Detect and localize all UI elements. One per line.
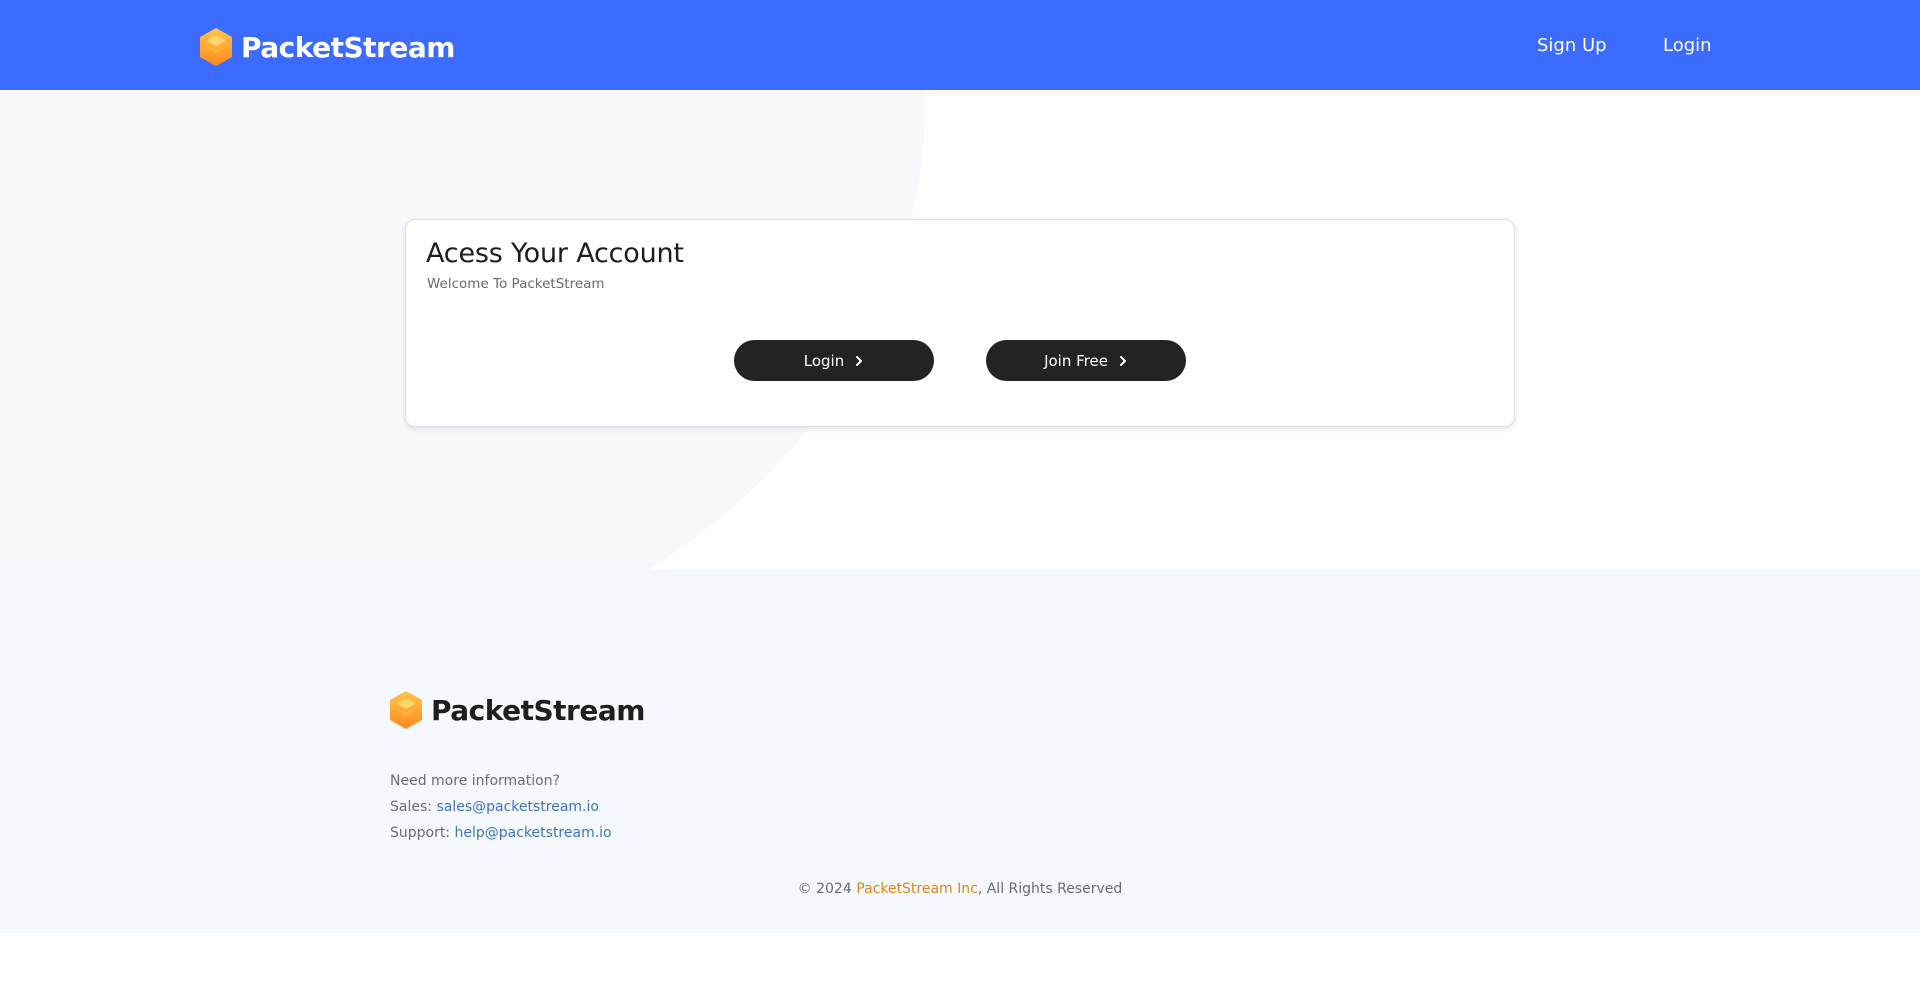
footer-brand: PacketStream: [389, 690, 645, 730]
join-button-label: Join Free: [1044, 351, 1108, 370]
login-button[interactable]: Login: [734, 340, 934, 381]
footer: PacketStream Need more information? Sale…: [0, 570, 1920, 933]
join-free-button[interactable]: Join Free: [986, 340, 1186, 381]
chevron-right-icon: [1119, 355, 1126, 366]
info-question: Need more information?: [390, 773, 560, 789]
copyright-prefix: © 2024: [797, 881, 852, 897]
account-access-card: Acess Your Account Welcome To PacketStre…: [405, 219, 1515, 427]
copyright-notice: © 2024 PacketStream Inc, All Rights Rese…: [0, 879, 1920, 899]
hexagon-cube-icon: [200, 28, 232, 66]
card-subtitle: Welcome To PacketStream: [427, 276, 605, 292]
support-email-link[interactable]: help@packetstream.io: [455, 825, 612, 841]
support-contact: Support: help@packetstream.io: [390, 823, 612, 843]
sales-contact: Sales: sales@packetstream.io: [390, 797, 599, 817]
company-link[interactable]: PacketStream Inc: [856, 881, 978, 897]
sales-label: Sales:: [390, 799, 432, 815]
footer-brand-name: PacketStream: [431, 693, 645, 727]
nav-login-link[interactable]: Login: [1663, 34, 1712, 58]
brand-name: PacketStream: [241, 30, 455, 64]
hero-section: Acess Your Account Welcome To PacketStre…: [0, 90, 1920, 570]
copyright-suffix: , All Rights Reserved: [977, 881, 1123, 897]
top-navbar: PacketStream Sign Up Login: [0, 0, 1920, 90]
chevron-right-icon: [856, 355, 863, 366]
nav-signup-link[interactable]: Sign Up: [1537, 34, 1607, 58]
hexagon-cube-icon: [390, 691, 422, 729]
login-button-label: Login: [803, 351, 845, 370]
sales-email-link[interactable]: sales@packetstream.io: [436, 799, 599, 815]
brand-logo-link[interactable]: PacketStream: [199, 27, 455, 67]
support-label: Support:: [390, 825, 451, 841]
card-title: Acess Your Account: [426, 238, 684, 269]
